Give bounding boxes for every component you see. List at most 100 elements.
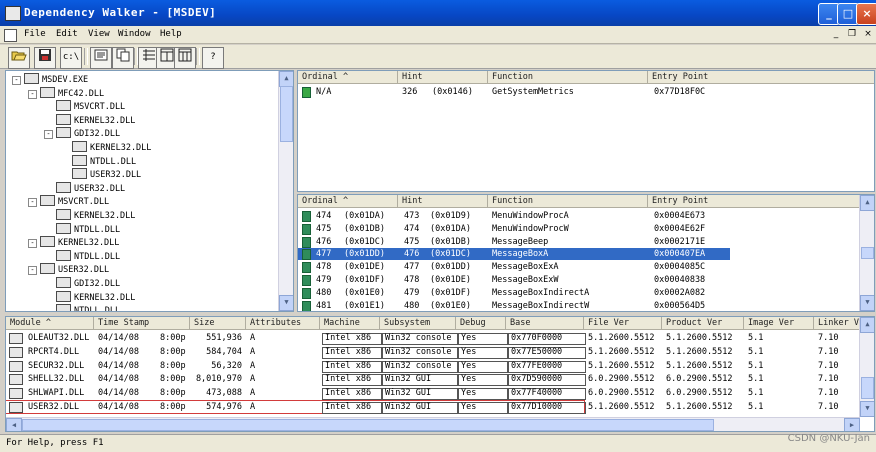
export-row[interactable]: 481 (0x01E1) 480 (0x01E0) MessageBoxIndirect… (298, 300, 730, 311)
tree-vertical-scrollbar[interactable]: ▲ ▼ (278, 71, 293, 311)
module-row[interactable]: SECUR32.DLL 04/14/08 8:00p 56,320 A Intel x86… (6, 360, 860, 373)
export-row[interactable]: 476 (0x01DC) 475 (0x01DB) MessageBeep 0x00021… (298, 236, 730, 248)
tree-node[interactable]: KERNEL32.DLL (60, 141, 151, 154)
scroll-thumb[interactable] (280, 86, 293, 142)
tree-node[interactable]: NTDLL.DLL (44, 304, 120, 311)
tree-node[interactable]: USER32.DLL (60, 168, 141, 181)
col-header-time-stamp[interactable]: Time Stamp (94, 317, 190, 330)
export-row[interactable]: 475 (0x01DB) 474 (0x01DA) MenuWindowProcW 0x0… (298, 223, 730, 235)
tree-node[interactable]: KERNEL32.DLL (44, 113, 135, 127)
col-header-debug[interactable]: Debug (456, 317, 506, 330)
copy-icon[interactable] (112, 47, 134, 69)
tree-node[interactable]: - GDI32.DLL (44, 127, 120, 140)
help-icon[interactable]: ? (202, 47, 224, 69)
tree-node[interactable]: - KERNEL32.DLL (28, 236, 119, 249)
collapse-toggle-icon[interactable]: - (44, 130, 53, 140)
col-header-hint[interactable]: Hint (398, 71, 488, 84)
col-header-size[interactable]: Size (190, 317, 246, 330)
tree-node[interactable]: KERNEL32.DLL (44, 209, 135, 222)
scroll-right-button[interactable]: ▶ (844, 418, 860, 431)
collapse-toggle-icon[interactable]: - (28, 198, 37, 208)
scroll-down-button[interactable]: ▼ (860, 401, 874, 417)
scroll-down-button[interactable]: ▼ (279, 295, 293, 311)
mdi-document-icon[interactable] (4, 29, 17, 42)
close-button[interactable]: × (856, 3, 876, 25)
col-header-ordinal[interactable]: Ordinal ^ (298, 71, 398, 84)
col-header-linker-v[interactable]: Linker V (814, 317, 864, 330)
col-header-subsystem[interactable]: Subsystem (380, 317, 456, 330)
menu-help[interactable]: Help (160, 29, 182, 39)
module-linker-ver: 7.10 (818, 388, 839, 399)
col-header-machine[interactable]: Machine (320, 317, 380, 330)
collapse-toggle-icon[interactable]: - (28, 239, 37, 249)
col-header-function[interactable]: Function (488, 195, 648, 208)
scroll-up-button[interactable]: ▲ (279, 71, 293, 87)
col-header-hint[interactable]: Hint (398, 195, 488, 208)
menu-window[interactable]: Window (118, 29, 151, 39)
modules-vertical-scrollbar[interactable]: ▲ ▼ (859, 317, 874, 417)
module-row[interactable]: OLEAUT32.DLL 04/14/08 8:00p 551,936 A Intel x… (6, 332, 860, 345)
tree-node[interactable]: NTDLL.DLL (44, 222, 120, 236)
tree-node[interactable]: NTDLL.DLL (60, 154, 136, 168)
collapse-toggle-icon[interactable]: - (12, 76, 21, 85)
collapse-toggle-icon[interactable]: - (28, 89, 37, 99)
col-header-file-ver[interactable]: File Ver (584, 317, 662, 330)
exports-vertical-scrollbar[interactable]: ▲ ▼ (859, 195, 874, 311)
modules-horizontal-scrollbar[interactable]: ◀ ▶ (6, 417, 860, 431)
module-row[interactable]: RPCRT4.DLL 04/14/08 8:00p 584,704 A Intel x86… (6, 346, 860, 359)
scroll-up-button[interactable]: ▲ (860, 317, 874, 333)
module-row[interactable]: SHELL32.DLL 04/14/08 8:00p 8,010,970 A Intel … (6, 373, 860, 387)
mdi-minimize-button[interactable]: _ (830, 28, 842, 40)
export-row[interactable]: 478 (0x01DE) 477 (0x01DD) MessageBoxExA 0x000… (298, 261, 730, 274)
col-header-image-ver[interactable]: Image Ver (744, 317, 814, 330)
export-row[interactable]: 480 (0x01E0) 479 (0x01DF) MessageBoxIndirect… (298, 287, 730, 299)
tree-node[interactable]: - MSVCRT.DLL (28, 195, 109, 208)
mdi-close-button[interactable]: × (862, 28, 874, 40)
col-header-attributes[interactable]: Attributes (246, 317, 320, 330)
col-header-base[interactable]: Base (506, 317, 584, 330)
export-row[interactable]: 477 (0x01DD) 476 (0x01DC) MessageBoxA 0x00040… (298, 248, 730, 261)
tree-node[interactable]: - MSDEV.EXE (12, 73, 88, 86)
module-row[interactable]: USER32.DLL 04/14/08 8:00p 574,976 A Intel x86… (6, 400, 838, 414)
import-row[interactable]: N/A 326 (0x0146) GetSystemMetrics 0x77D18F0C (298, 86, 858, 98)
scroll-down-button[interactable]: ▼ (860, 295, 874, 311)
tree-node[interactable]: GDI32.DLL (44, 277, 120, 290)
module-list-pane[interactable]: Module ^ Time Stamp Size Attributes Machine S… (5, 316, 875, 432)
open-icon[interactable] (8, 47, 30, 69)
col-header-entry-point[interactable]: Entry Point (648, 71, 874, 84)
scroll-thumb[interactable] (861, 377, 874, 399)
tree-node[interactable]: USER32.DLL (44, 181, 125, 195)
collapse-toggle-icon[interactable]: - (28, 266, 37, 276)
tree-node[interactable]: - MFC42.DLL (28, 86, 104, 100)
tree-node[interactable]: NTDLL.DLL (44, 249, 120, 263)
col-header-entry-point[interactable]: Entry Point (648, 195, 862, 208)
exports-pane[interactable]: Ordinal ^ Hint Function Entry Point 474 (… (297, 194, 875, 312)
menu-file[interactable]: File (24, 29, 46, 39)
view-list-icon[interactable] (174, 47, 196, 69)
col-header-function[interactable]: Function (488, 71, 648, 84)
tree-node[interactable]: MSVCRT.DLL (44, 100, 125, 113)
module-row[interactable]: SHLWAPI.DLL 04/14/08 8:00p 473,088 A Intel x8… (6, 387, 860, 401)
module-machine: Intel x86 (322, 333, 382, 345)
tree-node-label: KERNEL32.DLL (90, 143, 152, 153)
module-tree-pane[interactable]: - MSDEV.EXE - MFC42.DLL MSVCRT.DLL KERNEL32.D… (5, 70, 294, 312)
scroll-left-button[interactable]: ◀ (6, 418, 22, 431)
col-header-module[interactable]: Module ^ (6, 317, 94, 330)
tree-node[interactable]: - USER32.DLL (28, 263, 109, 276)
scroll-up-button[interactable]: ▲ (860, 195, 874, 211)
menu-view[interactable]: View (88, 29, 110, 39)
export-row[interactable]: 479 (0x01DF) 478 (0x01DE) MessageBoxExW 0x000… (298, 274, 730, 286)
scroll-thumb[interactable] (22, 419, 714, 431)
scroll-thumb[interactable] (861, 247, 874, 259)
full-paths-icon[interactable] (90, 47, 112, 69)
col-header-ordinal[interactable]: Ordinal ^ (298, 195, 398, 208)
save-icon[interactable] (34, 47, 56, 69)
col-header-product-ver[interactable]: Product Ver (662, 317, 744, 330)
parent-imports-pane[interactable]: Ordinal ^ Hint Function Entry Point N/A 3… (297, 70, 875, 192)
export-row[interactable]: 474 (0x01DA) 473 (0x01D9) MenuWindowProcA 0x0… (298, 210, 730, 222)
mdi-restore-button[interactable]: ❐ (846, 28, 858, 40)
title-bar[interactable]: Dependency Walker - [MSDEV] _ □ × (0, 0, 876, 26)
tree-node[interactable]: KERNEL32.DLL (44, 290, 135, 304)
menu-edit[interactable]: Edit (56, 29, 78, 39)
c-path-icon[interactable]: c:\ (60, 47, 82, 69)
